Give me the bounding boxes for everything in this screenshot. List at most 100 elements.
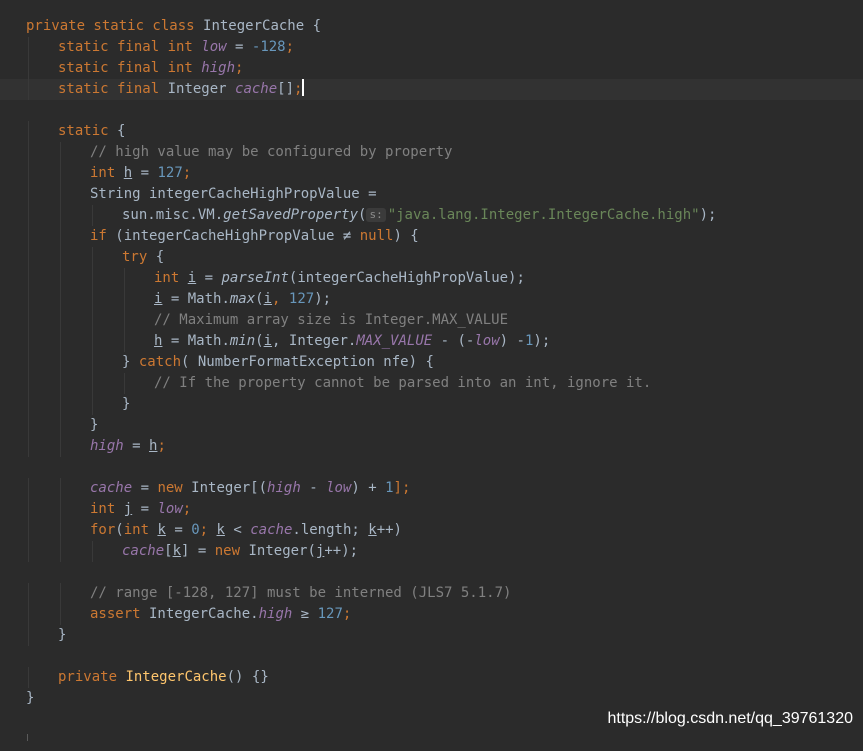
- field-name: cache: [250, 522, 293, 538]
- type-name: Integer: [159, 81, 236, 97]
- indent-guide: [28, 520, 29, 541]
- operator: =: [196, 270, 222, 286]
- catch-params: ( NumberFormatException nfe) {: [181, 354, 434, 370]
- operator: ] =: [181, 543, 215, 559]
- indent-guide: [28, 163, 29, 184]
- comma: ,: [272, 291, 289, 307]
- indent-guide: [92, 352, 93, 373]
- indent-guide: [92, 394, 93, 415]
- indent-guide: [60, 436, 61, 457]
- operator: ≥: [292, 606, 318, 622]
- code-line: }: [0, 688, 863, 709]
- field-name: cache: [235, 81, 278, 97]
- comment: // range [-128, 127] must be interned (J…: [90, 585, 512, 601]
- local-variable: h: [123, 165, 133, 181]
- brace: }: [26, 690, 35, 706]
- code-line: // Maximum array size is Integer.MAX_VAL…: [0, 310, 863, 331]
- brace: }: [58, 627, 67, 643]
- semicolon: ;: [182, 501, 192, 517]
- indent-guide: [28, 310, 29, 331]
- code-line: } catch( NumberFormatException nfe) {: [0, 352, 863, 373]
- brace: }: [122, 354, 139, 370]
- keyword: for: [90, 522, 116, 538]
- indent-guide: [28, 478, 29, 499]
- semicolon: ;: [342, 606, 352, 622]
- number-literal: 0: [191, 522, 200, 538]
- code-editor[interactable]: private static class IntegerCache { stat…: [0, 0, 863, 741]
- code-line: try {: [0, 247, 863, 268]
- field-name: cache: [122, 543, 165, 559]
- code-line: high = h;: [0, 436, 863, 457]
- code-line: }: [0, 625, 863, 646]
- keyword: private static class: [26, 18, 195, 34]
- code-line: cache = new Integer[(high - low) + 1];: [0, 478, 863, 499]
- package-path: sun.misc.VM.: [122, 207, 224, 223]
- code-line: cache[k] = new Integer(j++);: [0, 541, 863, 562]
- indent-guide: [60, 352, 61, 373]
- keyword: try: [122, 249, 148, 265]
- method-call: max: [229, 291, 256, 307]
- indent-guide: [92, 331, 93, 352]
- indent-guide: [28, 289, 29, 310]
- keyword: static final int: [58, 60, 193, 76]
- brace: {: [108, 123, 126, 139]
- field-name: high: [267, 480, 301, 496]
- condition: (integerCacheHighPropValue ≠: [106, 228, 360, 244]
- class-ref: IntegerCache.: [140, 606, 259, 622]
- operator: ) +: [351, 480, 386, 496]
- code-line: static final int low = -128;: [0, 37, 863, 58]
- keyword: int: [90, 501, 116, 517]
- keyword: static final: [58, 81, 160, 97]
- code-line: // If the property cannot be parsed into…: [0, 373, 863, 394]
- keyword: new: [157, 480, 183, 496]
- number-literal: 127: [317, 606, 343, 622]
- field-name: high: [201, 60, 236, 76]
- watermark-url: https://blog.csdn.net/qq_39761320: [607, 710, 853, 727]
- indent-guide: [124, 331, 125, 352]
- indent-guide: [28, 352, 29, 373]
- indent-guide: [28, 247, 29, 268]
- constant: MAX_VALUE: [356, 333, 433, 349]
- indent-guide: [28, 415, 29, 436]
- indent-guide: [92, 373, 93, 394]
- field-name: low: [474, 333, 500, 349]
- class-ref: = Math.: [162, 291, 230, 307]
- semicolon: ];: [393, 480, 411, 496]
- indent-guide: [28, 37, 29, 58]
- number-literal: -128: [251, 39, 286, 55]
- comment: // If the property cannot be parsed into…: [154, 375, 652, 391]
- indent-guide: [92, 268, 93, 289]
- indent-guide: [92, 541, 93, 562]
- code-line: // high value may be configured by prope…: [0, 142, 863, 163]
- method-call: min: [229, 333, 256, 349]
- parameter-hint: s:: [366, 208, 386, 222]
- operator: =: [132, 165, 158, 181]
- code-line: assert IntegerCache.high ≥ 127;: [0, 604, 863, 625]
- keyword: int: [123, 522, 150, 538]
- increment: ++);: [324, 543, 359, 559]
- keyword: if: [90, 228, 107, 244]
- operator: =: [132, 480, 158, 496]
- local-variable: k: [172, 543, 182, 559]
- code-line: }: [0, 415, 863, 436]
- indent-guide: [28, 394, 29, 415]
- indent-guide: [60, 268, 61, 289]
- declaration: String integerCacheHighPropValue =: [90, 186, 377, 202]
- code-line: int i = parseInt(integerCacheHighPropVal…: [0, 268, 863, 289]
- paren-close: );: [699, 207, 717, 223]
- indent-guide: [60, 394, 61, 415]
- operator: =: [165, 522, 192, 538]
- indent-guide: [28, 142, 29, 163]
- field-name: cache: [90, 480, 133, 496]
- code-line: private IntegerCache() {}: [0, 667, 863, 688]
- indent-guide: [28, 184, 29, 205]
- number-literal: 1: [385, 480, 394, 496]
- keyword: int: [90, 165, 116, 181]
- indent-guide: [60, 604, 61, 625]
- indent-guide: [28, 541, 29, 562]
- indent-guide: [60, 331, 61, 352]
- comment: // Maximum array size is Integer.MAX_VAL…: [154, 312, 509, 328]
- indent-guide: [92, 310, 93, 331]
- indent-guide: [124, 268, 125, 289]
- field-name: low: [157, 501, 183, 517]
